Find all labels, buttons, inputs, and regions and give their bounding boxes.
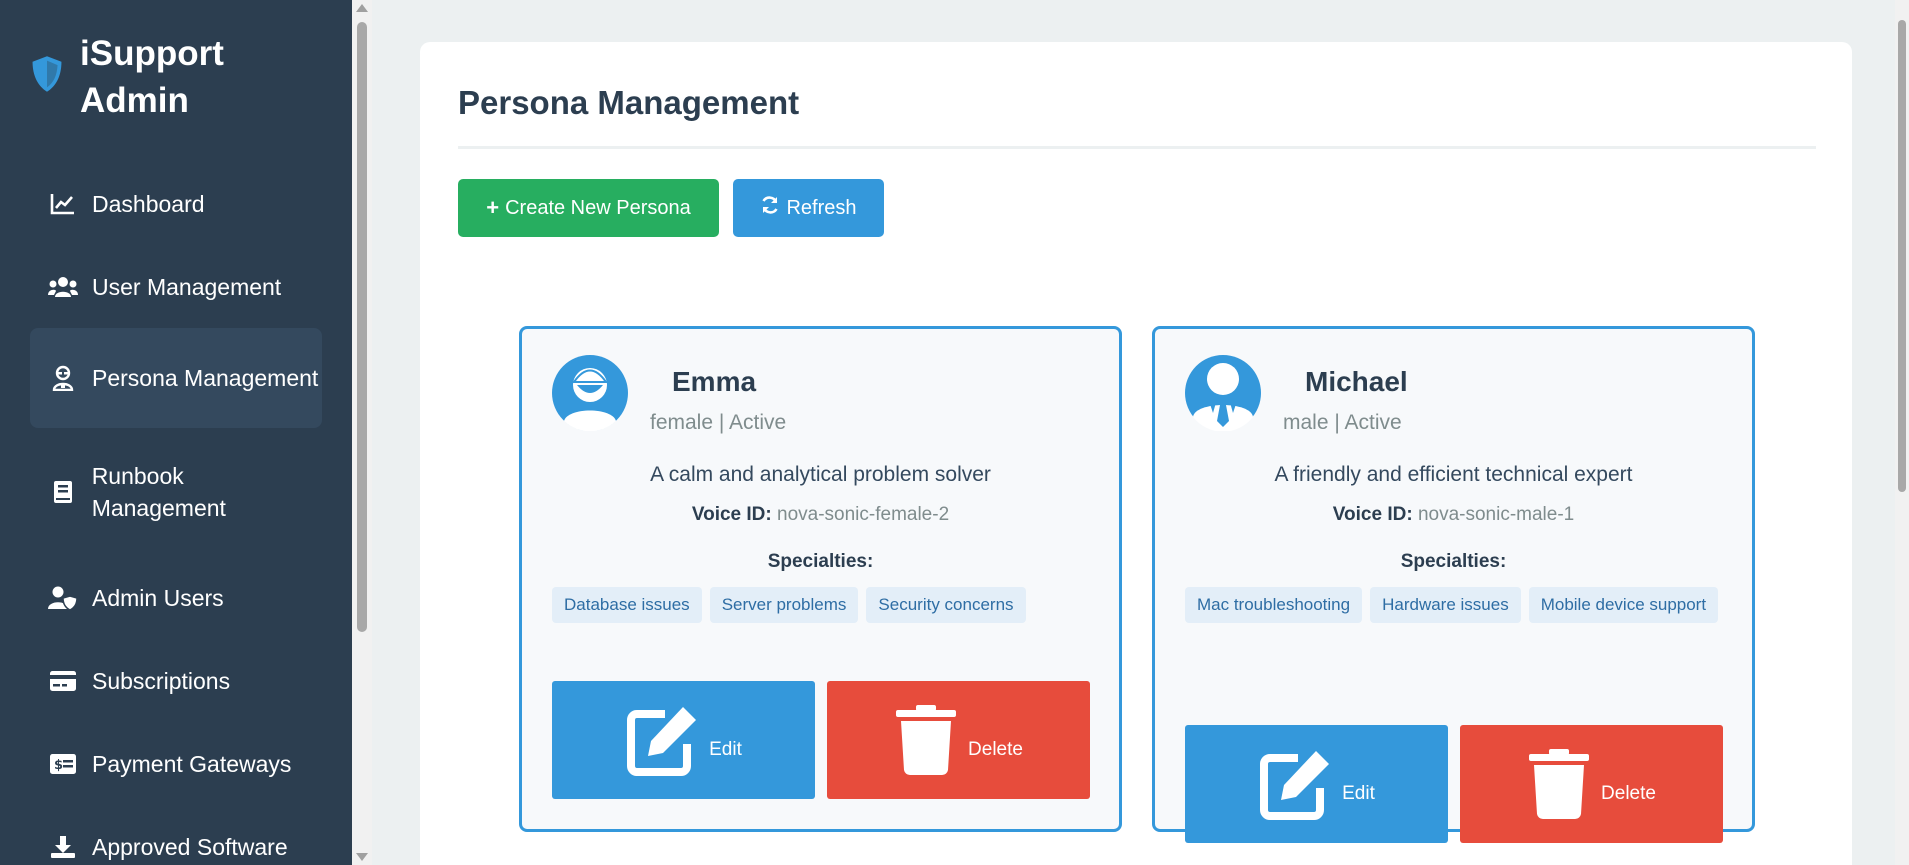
specialties-heading: Specialties: <box>1400 551 1507 572</box>
persona-card: Emma female | Active A calm and analytic… <box>519 326 1122 832</box>
persona-description: A calm and analytical problem solver <box>650 463 991 486</box>
svg-text:$: $ <box>54 758 63 773</box>
sidebar-item-persona-management[interactable]: Persona Management <box>30 328 322 428</box>
delete-button[interactable]: Delete <box>1460 725 1723 843</box>
sidebar-item-approved-software[interactable]: Approved Software <box>30 805 322 865</box>
main-content: Persona Management + Create New Persona … <box>372 0 1895 865</box>
persona-actions: Edit Delete <box>552 681 1090 799</box>
download-icon <box>48 832 78 862</box>
sidebar-item-dashboard[interactable]: Dashboard <box>30 162 322 245</box>
sidebar-item-label: Persona Management <box>92 365 319 391</box>
app-title: iSupport Admin <box>80 34 224 120</box>
sidebar-item-label: Approved Software <box>92 833 288 860</box>
sidebar: iSupport Admin Dashboard User Management… <box>0 0 352 865</box>
book-icon <box>48 477 78 507</box>
specialty-tag: Security concerns <box>866 587 1026 623</box>
delete-button[interactable]: Delete <box>827 681 1090 799</box>
page-title: Persona Management <box>458 84 800 121</box>
edit-label: Edit <box>709 739 742 760</box>
shield-icon <box>32 56 62 92</box>
male-avatar-icon <box>1185 355 1261 431</box>
persona-meta: male | Active <box>1283 411 1402 434</box>
credit-card-icon <box>48 666 78 696</box>
sidebar-item-label: User Management <box>92 273 282 300</box>
persona-panel: Persona Management + Create New Persona … <box>420 42 1852 865</box>
voice-id-label: Voice ID: <box>1332 504 1413 525</box>
delete-label: Delete <box>1601 783 1656 804</box>
refresh-label: Refresh <box>786 196 857 219</box>
female-avatar-icon <box>552 355 628 431</box>
scroll-down-arrow[interactable] <box>356 853 368 861</box>
sidebar-item-label: Runbook Management <box>91 463 226 521</box>
create-persona-button[interactable]: + Create New Persona <box>458 179 719 237</box>
sidebar-nav: Dashboard User Management Persona Manage… <box>30 162 322 865</box>
edit-button[interactable]: Edit <box>552 681 815 799</box>
trash-icon <box>896 705 957 776</box>
persona-voice: Voice ID: nova-sonic-male-1 <box>1155 504 1752 526</box>
persona-name: Emma <box>672 366 757 397</box>
specialty-tags: Mac troubleshooting Hardware issues Mobi… <box>1185 587 1730 623</box>
money-check-icon: $ <box>48 749 78 779</box>
sidebar-item-label: Admin Users <box>92 584 224 611</box>
chart-line-icon <box>48 189 78 219</box>
edit-icon <box>1260 751 1330 820</box>
trash-icon <box>1529 749 1590 820</box>
sidebar-item-label: Subscriptions <box>92 667 231 694</box>
brand[interactable]: iSupport Admin <box>28 30 280 124</box>
divider <box>458 146 1816 149</box>
scrollbar-thumb[interactable] <box>1898 20 1906 492</box>
user-secret-icon <box>48 363 78 393</box>
sidebar-item-label: Dashboard <box>92 190 205 217</box>
scrollbar-thumb[interactable] <box>357 22 367 632</box>
create-persona-label: Create New Persona <box>505 196 691 219</box>
persona-voice: Voice ID: nova-sonic-female-2 <box>522 504 1119 526</box>
specialty-tags: Database issues Server problems Security… <box>552 587 1097 623</box>
scroll-up-arrow[interactable] <box>356 4 368 12</box>
sidebar-item-label: Payment Gateways <box>92 750 292 777</box>
voice-id-value: nova-sonic-female-2 <box>777 504 950 525</box>
sidebar-item-runbook-management[interactable]: Runbook Management <box>30 442 322 542</box>
sync-icon <box>760 195 780 221</box>
sidebar-scrollbar[interactable] <box>352 0 372 865</box>
persona-name: Michael <box>1305 366 1408 397</box>
sidebar-item-subscriptions[interactable]: Subscriptions <box>30 639 322 722</box>
specialty-tag: Hardware issues <box>1370 587 1521 623</box>
voice-id-value: nova-sonic-male-1 <box>1417 504 1575 525</box>
delete-label: Delete <box>968 739 1023 760</box>
persona-actions: Edit Delete <box>1185 725 1723 843</box>
persona-meta: female | Active <box>650 411 787 434</box>
sidebar-item-payment-gateways[interactable]: $ Payment Gateways <box>30 722 322 805</box>
page-scrollbar[interactable] <box>1895 0 1909 865</box>
persona-description: A friendly and efficient technical exper… <box>1274 463 1633 486</box>
sidebar-item-user-management[interactable]: User Management <box>30 245 322 328</box>
persona-card: Michael male | Active A friendly and eff… <box>1152 326 1755 843</box>
edit-icon <box>627 707 697 776</box>
sidebar-item-admin-users[interactable]: Admin Users <box>30 556 322 639</box>
voice-id-label: Voice ID: <box>691 504 772 525</box>
refresh-button[interactable]: Refresh <box>733 179 884 237</box>
specialty-tag: Database issues <box>552 587 702 623</box>
plus-icon: + <box>486 195 500 220</box>
specialty-tag: Mac troubleshooting <box>1185 587 1363 623</box>
users-icon <box>48 272 78 302</box>
edit-button[interactable]: Edit <box>1185 725 1448 843</box>
specialty-tag: Server problems <box>709 587 859 623</box>
edit-label: Edit <box>1342 783 1375 804</box>
specialties-heading: Specialties: <box>767 551 874 572</box>
specialty-tag: Mobile device support <box>1528 587 1719 623</box>
user-shield-icon <box>48 583 78 613</box>
